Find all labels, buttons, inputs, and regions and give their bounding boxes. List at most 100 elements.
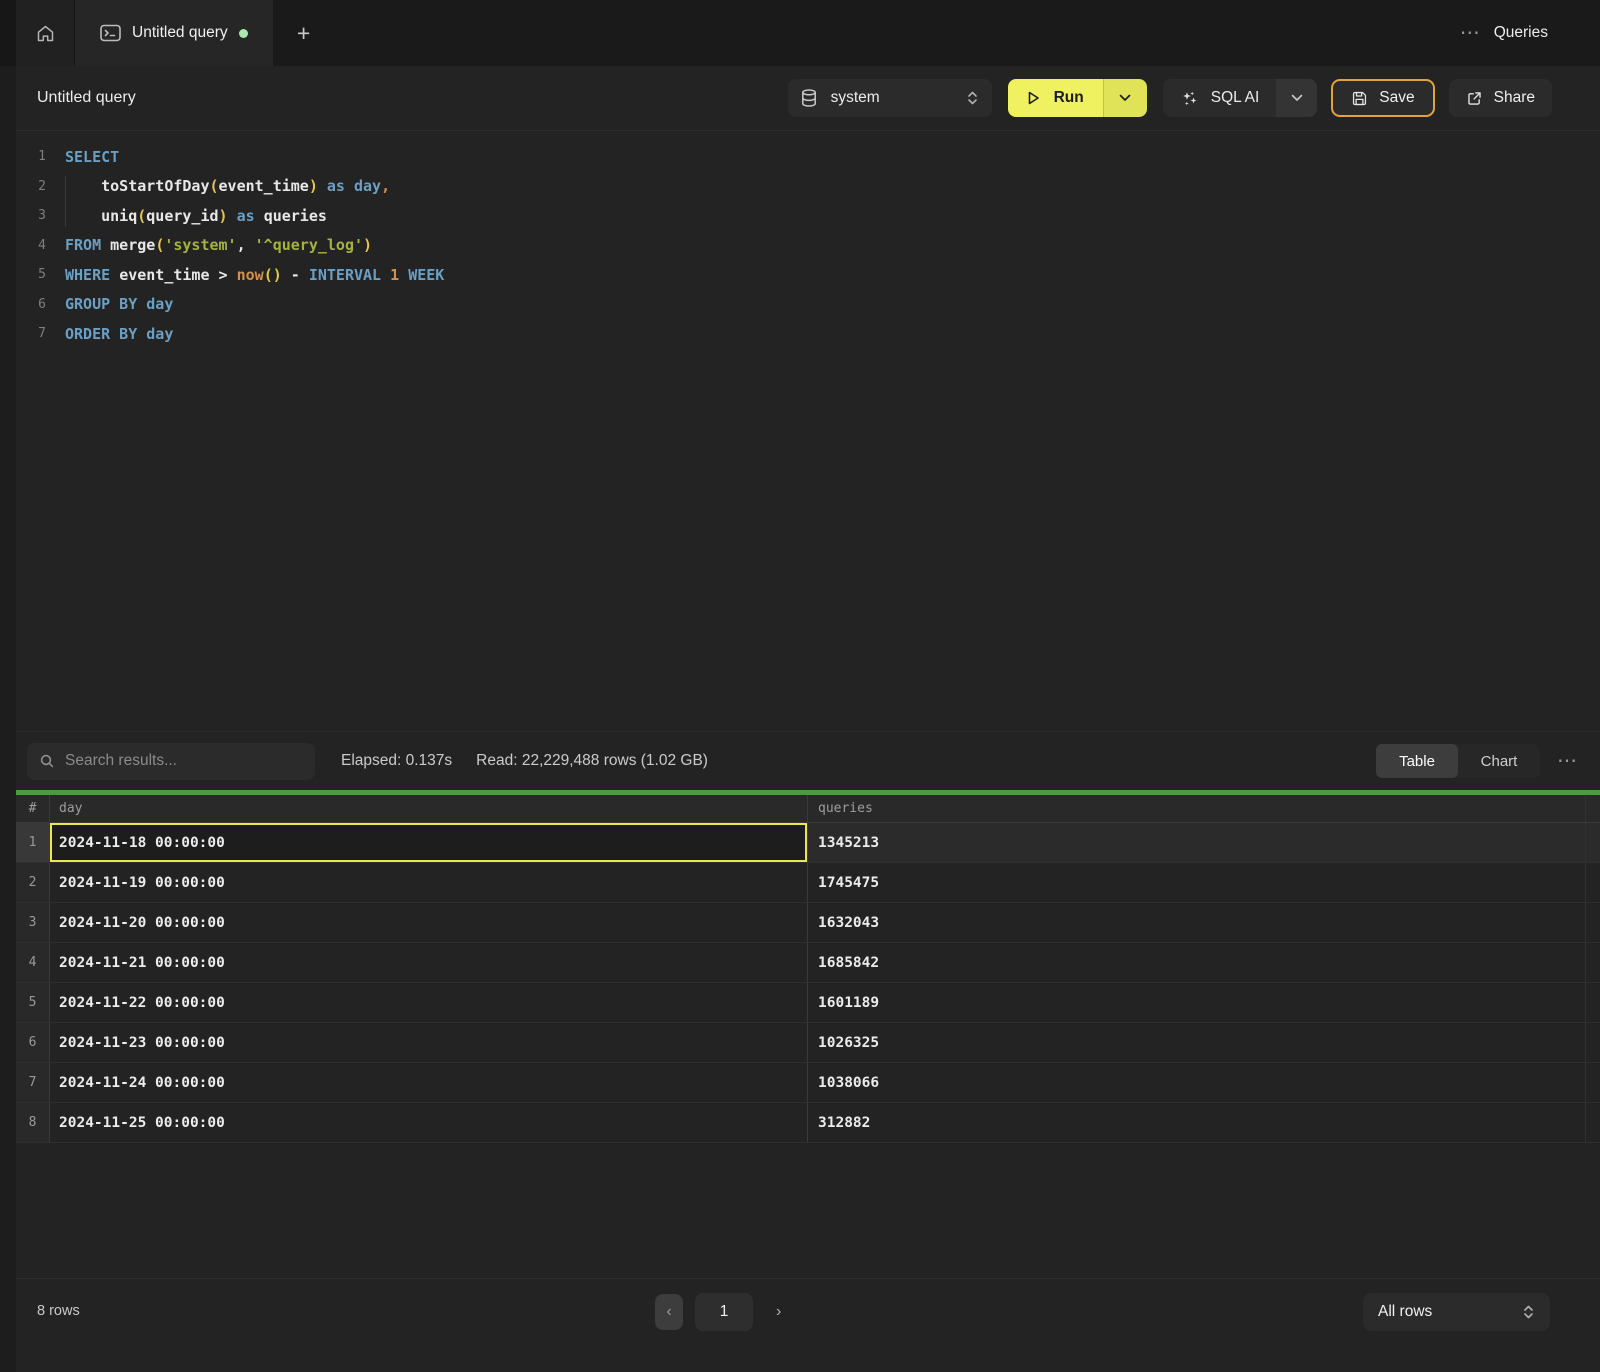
cell-queries[interactable]: 312882 xyxy=(808,1103,1585,1142)
code-line[interactable]: 4 FROM merge('system', '^query_log') xyxy=(16,231,1600,261)
tab-untitled-query[interactable]: Untitled query xyxy=(75,0,273,66)
current-page-button[interactable]: 1 xyxy=(695,1293,753,1331)
cell-day[interactable]: 2024-11-21 00:00:00 xyxy=(50,943,808,982)
row-number: 6 xyxy=(16,1023,50,1062)
line-number: 6 xyxy=(16,297,46,312)
save-button[interactable]: Save xyxy=(1331,79,1434,117)
code-text: GROUP BY day xyxy=(65,295,173,313)
table-row[interactable]: 42024-11-21 00:00:001685842 xyxy=(16,943,1600,983)
cell-day[interactable]: 2024-11-24 00:00:00 xyxy=(50,1063,808,1102)
row-number: 1 xyxy=(16,823,50,862)
code-line[interactable]: 7ORDER BY day xyxy=(16,319,1600,349)
row-filler xyxy=(1585,863,1600,902)
cell-day[interactable]: 2024-11-18 00:00:00 xyxy=(50,823,808,862)
tab-chart-view[interactable]: Chart xyxy=(1458,744,1540,778)
run-button[interactable]: Run xyxy=(1008,79,1103,117)
row-filler xyxy=(1585,1103,1600,1142)
home-button[interactable] xyxy=(16,0,75,66)
cell-queries[interactable]: 1685842 xyxy=(808,943,1585,982)
cell-queries[interactable]: 1601189 xyxy=(808,983,1585,1022)
prev-page-button[interactable]: ‹ xyxy=(655,1294,683,1330)
indent-guide xyxy=(65,176,66,227)
cell-queries[interactable]: 1345213 xyxy=(808,823,1585,862)
results-table: # day queries 12024-11-18 00:00:00134521… xyxy=(16,795,1600,1143)
row-number: 7 xyxy=(16,1063,50,1102)
table-header: # day queries xyxy=(16,795,1600,823)
code-line[interactable]: 3 uniq(query_id) as queries xyxy=(16,201,1600,231)
table-row[interactable]: 12024-11-18 00:00:001345213 xyxy=(16,823,1600,863)
table-row[interactable]: 22024-11-19 00:00:001745475 xyxy=(16,863,1600,903)
code-text: FROM merge('system', '^query_log') xyxy=(65,236,372,254)
search-box[interactable] xyxy=(27,743,315,780)
chevron-updown-icon xyxy=(966,90,979,106)
cell-day[interactable]: 2024-11-23 00:00:00 xyxy=(50,1023,808,1062)
line-number: 5 xyxy=(16,267,46,282)
row-count: 8 rows xyxy=(37,1303,80,1319)
cell-queries[interactable]: 1026325 xyxy=(808,1023,1585,1062)
cell-day[interactable]: 2024-11-20 00:00:00 xyxy=(50,903,808,942)
sql-editor[interactable]: 1SELECT2 toStartOfDay(event_time) as day… xyxy=(16,131,1600,731)
row-filler xyxy=(1585,943,1600,982)
sql-ai-button-group: SQL AI xyxy=(1163,79,1318,117)
code-text: toStartOfDay(event_time) as day, xyxy=(65,177,390,195)
overflow-menu-icon[interactable]: ⋯ xyxy=(1460,23,1480,43)
table-row[interactable]: 32024-11-20 00:00:001632043 xyxy=(16,903,1600,943)
database-icon xyxy=(801,89,817,107)
code-text: SELECT xyxy=(65,148,119,166)
code-line[interactable]: 2 toStartOfDay(event_time) as day, xyxy=(16,172,1600,202)
code-line[interactable]: 1SELECT xyxy=(16,142,1600,172)
row-filler xyxy=(1585,823,1600,862)
table-body: 12024-11-18 00:00:00134521322024-11-19 0… xyxy=(16,823,1600,1143)
new-tab-button[interactable]: + xyxy=(273,0,335,66)
search-icon xyxy=(39,753,55,769)
results-footer: 8 rows ‹ 1 › All rows xyxy=(16,1278,1600,1372)
home-icon xyxy=(35,23,56,44)
table-row[interactable]: 82024-11-25 00:00:00312882 xyxy=(16,1103,1600,1143)
tab-bar: Untitled query + ⋯ Queries xyxy=(0,0,1600,66)
table-row[interactable]: 72024-11-24 00:00:001038066 xyxy=(16,1063,1600,1103)
tab-table-view[interactable]: Table xyxy=(1376,744,1458,778)
chevron-down-icon xyxy=(1291,94,1303,102)
share-button[interactable]: Share xyxy=(1449,79,1552,117)
row-number-header: # xyxy=(16,795,50,822)
toolbar-controls: system Run xyxy=(788,79,1552,117)
results-menu-icon[interactable]: ⋯ xyxy=(1557,751,1577,771)
cell-day[interactable]: 2024-11-22 00:00:00 xyxy=(50,983,808,1022)
run-label: Run xyxy=(1054,89,1084,107)
cell-queries[interactable]: 1038066 xyxy=(808,1063,1585,1102)
search-input[interactable] xyxy=(65,752,303,770)
query-toolbar: Untitled query system xyxy=(16,66,1600,131)
page-size-selector[interactable]: All rows xyxy=(1363,1293,1550,1331)
sql-console-window: Untitled query + ⋯ Queries Untitled quer… xyxy=(0,0,1600,1372)
column-header-day[interactable]: day xyxy=(50,795,808,822)
row-filler xyxy=(1585,903,1600,942)
cell-day[interactable]: 2024-11-19 00:00:00 xyxy=(50,863,808,902)
sql-ai-label: SQL AI xyxy=(1211,89,1260,107)
table-row[interactable]: 52024-11-22 00:00:001601189 xyxy=(16,983,1600,1023)
database-selector[interactable]: system xyxy=(788,79,992,117)
column-header-queries[interactable]: queries xyxy=(808,795,1585,822)
sql-ai-button[interactable]: SQL AI xyxy=(1163,79,1277,117)
row-number: 3 xyxy=(16,903,50,942)
results-toolbar: Elapsed: 0.137s Read: 22,229,488 rows (1… xyxy=(16,731,1600,790)
cell-queries[interactable]: 1632043 xyxy=(808,903,1585,942)
code-line[interactable]: 5WHERE event_time > now() - INTERVAL 1 W… xyxy=(16,260,1600,290)
row-number: 8 xyxy=(16,1103,50,1142)
code-line[interactable]: 6 GROUP BY day xyxy=(16,290,1600,320)
sql-ai-options-button[interactable] xyxy=(1276,79,1317,117)
cell-day[interactable]: 2024-11-25 00:00:00 xyxy=(50,1103,808,1142)
elapsed-stat: Elapsed: 0.137s xyxy=(341,752,452,770)
page-size-value: All rows xyxy=(1378,1303,1432,1321)
sparkles-icon xyxy=(1180,89,1199,108)
chevron-updown-icon xyxy=(1522,1304,1535,1320)
share-label: Share xyxy=(1494,89,1535,107)
database-value: system xyxy=(831,89,880,107)
table-row[interactable]: 62024-11-23 00:00:001026325 xyxy=(16,1023,1600,1063)
queries-link[interactable]: Queries xyxy=(1494,24,1548,42)
pagination: ‹ 1 › xyxy=(655,1293,787,1331)
next-page-button[interactable]: › xyxy=(770,1297,787,1327)
run-options-button[interactable] xyxy=(1103,79,1147,117)
line-number: 4 xyxy=(16,238,46,253)
run-button-group: Run xyxy=(1008,79,1147,117)
cell-queries[interactable]: 1745475 xyxy=(808,863,1585,902)
